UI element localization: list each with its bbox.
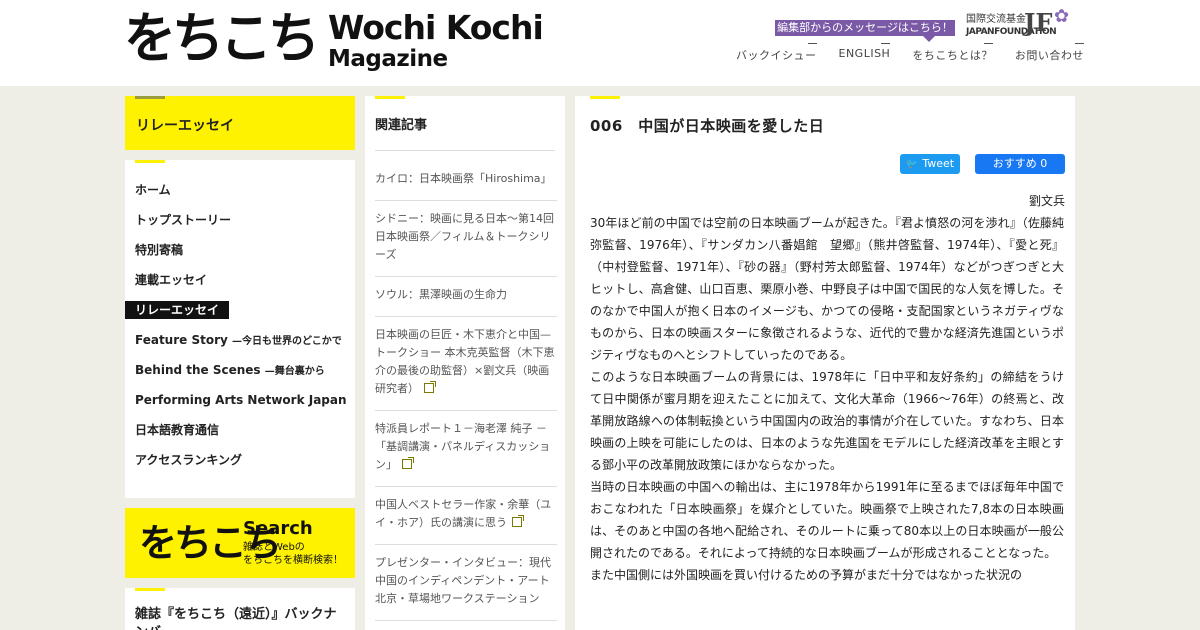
menu-item-japanese-education[interactable]: 日本語教育通信 xyxy=(125,422,355,452)
search-subtitle: 雑誌とWebの をちこちを横断検索！ xyxy=(243,542,343,566)
logo-english: Wochi Kochi Magazine xyxy=(328,8,544,73)
paragraph: また中国側には外国映画を買い付けるための予算がまだ十分ではなかった状況の xyxy=(590,568,1023,582)
back-issue-title: 雑誌『をちこち（遠近）』バックナンバー xyxy=(135,607,337,630)
nav-about[interactable]: をちこちとは？ xyxy=(912,43,993,63)
section-title: リレーエッセイ xyxy=(136,118,234,134)
related-item[interactable]: 特派員レポート１－海老澤 純子 － 「基調講演・パネルディスカッション」 xyxy=(375,420,557,487)
menu-item-special[interactable]: 特別寄稿 xyxy=(125,242,355,272)
editorial-message-link[interactable]: 編集部からのメッセージはこちら！ xyxy=(775,20,955,42)
related-articles: 関連記事 カイロ：日本映画祭「Hiroshima」 シドニー：映画に見る日本～第… xyxy=(365,96,565,630)
external-link-icon xyxy=(402,457,414,469)
related-title: 関連記事 xyxy=(375,118,428,133)
menu-item-home[interactable]: ホーム xyxy=(125,182,355,212)
site-header: をちこち Wochi Kochi Magazine 編集部からのメッセージはこち… xyxy=(0,0,1200,86)
logo-title: Wochi Kochi xyxy=(328,8,544,47)
menu-item-feature-story[interactable]: Feature Story —今日も世界のどこかで xyxy=(125,332,355,362)
article: 006 中国が日本映画を愛した日 🐦 Tweet おすすめ 0 劉文兵 30年ほど… xyxy=(575,96,1075,630)
twitter-bird-icon: 🐦 xyxy=(905,159,919,170)
accent-bar xyxy=(135,588,165,591)
facebook-recommend-button[interactable]: おすすめ 0 xyxy=(975,154,1065,174)
external-link-icon xyxy=(424,381,436,393)
accent-bar xyxy=(590,96,620,99)
menu-item-top-story[interactable]: トップストーリー xyxy=(125,212,355,242)
menu-item-serial-essay[interactable]: 連載エッセイ xyxy=(125,272,355,302)
related-item[interactable]: 中国人ベストセラー作家・余華（ユイ・ホア）氏の講演に思う xyxy=(375,496,557,545)
accent-bar xyxy=(135,160,165,163)
jf-mark: JF xyxy=(1024,8,1053,37)
article-author: 劉文兵 xyxy=(1028,194,1065,208)
related-item[interactable]: シドニー：映画に見る日本～第14回日本映画祭／フィルム＆トークシリーズ xyxy=(375,210,557,277)
jf-name-jp: 国際交流基金 xyxy=(966,14,1026,25)
paragraph: このような日本映画ブームの背景には、1978年に「日中平和友好条約」の締結をうけ… xyxy=(590,370,1064,472)
menu-item-relay-essay[interactable]: リレーエッセイ xyxy=(125,301,355,332)
tweet-button[interactable]: 🐦 Tweet xyxy=(900,154,960,174)
article-title: 006 中国が日本映画を愛した日 xyxy=(590,117,825,135)
menu-item-ranking[interactable]: アクセスランキング xyxy=(125,452,355,482)
menu-item-behind-scenes[interactable]: Behind the Scenes —舞台裏から xyxy=(125,362,355,392)
top-navigation: バックイシュー ENGLISH をちこちとは？ お問い合わせ xyxy=(736,43,1084,63)
flower-icon: ✿ xyxy=(1054,6,1070,27)
nav-contact[interactable]: お問い合わせ xyxy=(1015,43,1084,63)
paragraph: 当時の日本映画の中国への輸出は、主に1978年から1991年に至るまでほぼ毎年中… xyxy=(590,480,1064,560)
nav-english[interactable]: ENGLISH xyxy=(839,43,891,63)
paragraph: 30年ほど前の中国では空前の日本映画ブームが起きた。『君よ憤怒の河を渉れ』（佐藤… xyxy=(590,216,1064,362)
nav-back-issues[interactable]: バックイシュー xyxy=(736,43,817,63)
divider xyxy=(375,150,555,151)
section-title-box: リレーエッセイ xyxy=(125,96,355,150)
logo-subtitle: Magazine xyxy=(328,46,448,72)
article-body: 30年ほど前の中国では空前の日本映画ブームが起きた。『君よ憤怒の河を渉れ』（佐藤… xyxy=(590,212,1064,586)
search-title: Search xyxy=(243,518,313,539)
accent-bar xyxy=(375,96,405,99)
external-link-icon xyxy=(512,515,524,527)
related-item[interactable]: カイロ：日本映画祭「Hiroshima」 xyxy=(375,170,557,201)
related-item[interactable]: ソウル：黒澤映画の生命力 xyxy=(375,286,557,317)
related-item[interactable]: 日本映画の巨匠・木下恵介と中国—トークショー 本木克英監督（木下恵介の最後の助監… xyxy=(375,326,557,411)
accent-bar xyxy=(135,96,165,99)
japan-foundation-logo[interactable]: 国際交流基金 JAPANFOUNDATION JF ✿ xyxy=(966,6,1076,38)
back-issue-box[interactable]: 雑誌『をちこち（遠近）』バックナンバー xyxy=(125,588,355,630)
search-banner[interactable]: をちこち Search 雑誌とWebの をちこちを横断検索！ xyxy=(125,508,355,578)
side-menu: ホーム トップストーリー 特別寄稿 連載エッセイ リレーエッセイ Feature… xyxy=(125,160,355,498)
site-logo[interactable]: をちこち Wochi Kochi Magazine xyxy=(124,6,544,73)
logo-japanese: をちこち xyxy=(124,6,320,71)
menu-item-performing-arts[interactable]: Performing Arts Network Japan xyxy=(125,392,355,422)
related-item[interactable]: プレゼンター・インタビュー：現代中国のインディペンデント・アート 北京・草場地ワ… xyxy=(375,554,561,621)
